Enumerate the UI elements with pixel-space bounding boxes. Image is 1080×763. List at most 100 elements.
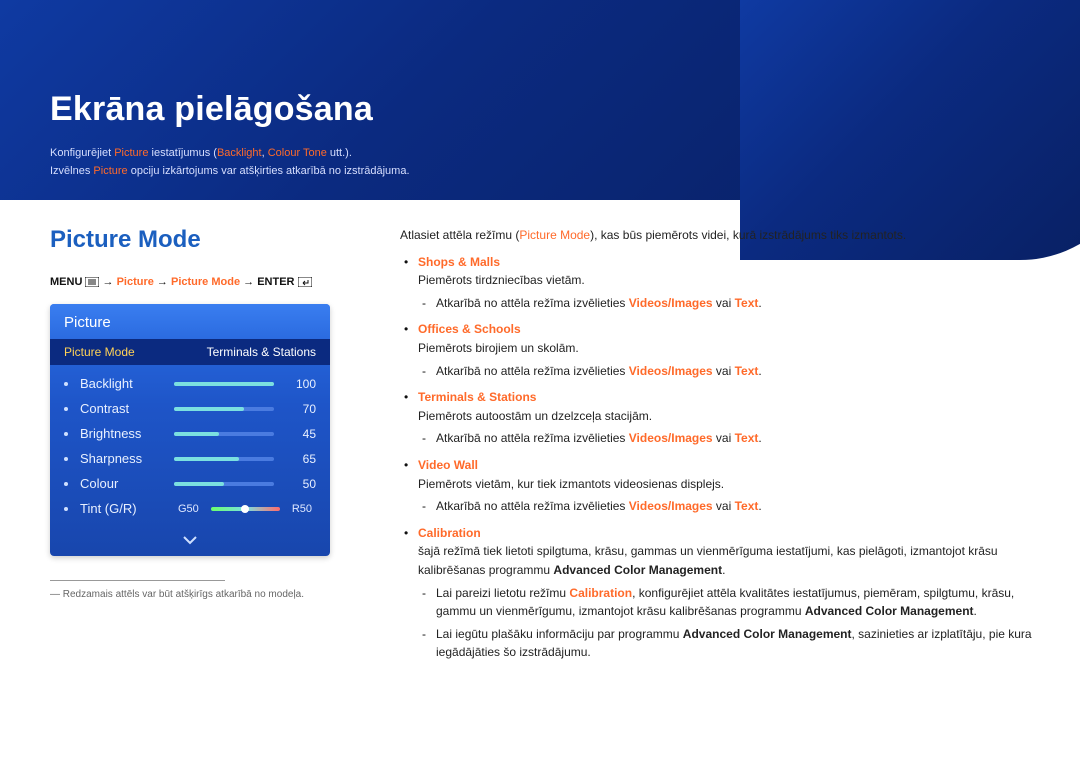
osd-slider-row[interactable]: Contrast 70 xyxy=(50,396,330,421)
footnote: ― Redzamais attēls var būt atšķirīgs atk… xyxy=(50,589,360,600)
osd-slider-fill xyxy=(174,382,274,386)
option-videos-images: Videos/Images xyxy=(629,296,713,310)
option-videos-images: Videos/Images xyxy=(629,499,713,513)
osd-picture-mode-label: Picture Mode xyxy=(64,345,135,359)
bullet-icon xyxy=(64,407,68,411)
osd-slider-fill xyxy=(174,457,239,461)
osd-slider-row[interactable]: Brightness 45 xyxy=(50,421,330,446)
osd-tint-name: Tint (G/R) xyxy=(80,501,166,516)
osd-slider-name: Brightness xyxy=(80,426,166,441)
arrow: → xyxy=(154,276,171,288)
osd-slider-value: 45 xyxy=(282,427,316,441)
osd-slider-value: 70 xyxy=(282,402,316,416)
option-text: Text xyxy=(735,296,759,310)
osd-slider-track[interactable] xyxy=(174,382,274,386)
text: Izvēlnes xyxy=(50,165,93,177)
osd-slider-value: 100 xyxy=(282,377,316,391)
osd-panel: Picture Picture Mode Terminals & Station… xyxy=(50,304,330,556)
text: . xyxy=(974,604,977,618)
osd-tint-row[interactable]: Tint (G/R)G50R50 xyxy=(50,496,330,521)
mode-name: Calibration xyxy=(418,526,481,540)
osd-more-below[interactable] xyxy=(50,529,330,556)
osd-slider-name: Colour xyxy=(80,476,166,491)
osd-slider-fill xyxy=(174,407,244,411)
osd-title: Picture xyxy=(50,304,330,339)
text: vai xyxy=(713,499,735,513)
bullet-icon xyxy=(64,432,68,436)
bullet-icon xyxy=(64,482,68,486)
mode-item: Shops & Malls Piemērots tirdzniecības vie… xyxy=(400,253,1040,290)
osd-picture-mode-value: Terminals & Stations xyxy=(207,345,316,359)
chapter-title: Ekrāna pielāgošana xyxy=(50,90,1030,129)
keyword-picture: Picture xyxy=(93,165,127,177)
option-videos-images: Videos/Images xyxy=(629,364,713,378)
osd-slider-value: 65 xyxy=(282,452,316,466)
osd-slider-name: Sharpness xyxy=(80,451,166,466)
mode-item: Offices & Schools Piemērots birojiem un s… xyxy=(400,320,1040,357)
text: vai xyxy=(713,364,735,378)
osd-tint-track[interactable] xyxy=(211,507,280,511)
text: vai xyxy=(713,431,735,445)
text: . xyxy=(722,563,725,577)
menu-icon xyxy=(85,277,99,290)
text: Atkarībā no attēla režīma izvēlieties xyxy=(436,431,629,445)
text: . xyxy=(758,364,761,378)
osd-tint-g: G50 xyxy=(178,503,199,515)
option-videos-images: Videos/Images xyxy=(629,431,713,445)
osd-slider-track[interactable] xyxy=(174,407,274,411)
keyword-calibration: Calibration xyxy=(569,586,632,600)
osd-slider-track[interactable] xyxy=(174,457,274,461)
mode-description: Piemērots tirdzniecības vietām. xyxy=(418,273,585,287)
osd-slider-name: Backlight xyxy=(80,376,166,391)
osd-slider-track[interactable] xyxy=(174,432,274,436)
osd-tint-knob xyxy=(241,505,249,513)
keyword-picture: Picture xyxy=(114,147,148,159)
mode-name: Terminals & Stations xyxy=(418,390,536,404)
mode-sub-item: Atkarībā no attēla režīma izvēlieties Vi… xyxy=(400,362,1040,381)
text: ), kas būs piemērots videi, kurā izstrād… xyxy=(590,228,906,242)
mode-item-calibration: Calibrationšajā režīmā tiek lietoti spil… xyxy=(400,524,1040,580)
text: . xyxy=(758,499,761,513)
mode-sub-item: Atkarībā no attēla režīma izvēlieties Vi… xyxy=(400,497,1040,516)
chapter-banner: Ekrāna pielāgošana Konfigurējiet Picture… xyxy=(0,0,1080,200)
osd-slider-row[interactable]: Colour 50 xyxy=(50,471,330,496)
osd-slider-value: 50 xyxy=(282,477,316,491)
osd-slider-row[interactable]: Backlight 100 xyxy=(50,371,330,396)
mode-name: Shops & Malls xyxy=(418,255,500,269)
keyword-backlight: Backlight xyxy=(217,147,262,159)
footnote-rule xyxy=(50,580,225,581)
mode-description: Piemērots autoostām un dzelzceļa stacijā… xyxy=(418,409,652,423)
text: Atlasiet attēla režīmu ( xyxy=(400,228,519,242)
text: Atkarībā no attēla režīma izvēlieties xyxy=(436,296,629,310)
arrow: → xyxy=(240,276,257,288)
text: iestatījumus ( xyxy=(148,147,216,159)
osd-picture-mode-row[interactable]: Picture Mode Terminals & Stations xyxy=(50,339,330,365)
breadcrumb-menu: MENU xyxy=(50,276,82,288)
mode-description: Piemērots vietām, kur tiek izmantots vid… xyxy=(418,477,724,491)
breadcrumb-enter: ENTER xyxy=(257,276,294,288)
mode-sub-item: Atkarībā no attēla režīma izvēlieties Vi… xyxy=(400,294,1040,313)
text: Atkarībā no attēla režīma izvēlieties xyxy=(436,364,629,378)
mode-description: Piemērots birojiem un skolām. xyxy=(418,341,579,355)
osd-slider-fill xyxy=(174,482,224,486)
text: utt.). xyxy=(327,147,352,159)
keyword-picture-mode: Picture Mode xyxy=(519,228,590,242)
text: vai xyxy=(713,296,735,310)
text: Konfigurējiet xyxy=(50,147,114,159)
arrow: → xyxy=(103,276,117,288)
mode-item: Terminals & Stations Piemērots autoostām … xyxy=(400,388,1040,425)
osd-slider-fill xyxy=(174,432,219,436)
option-text: Text xyxy=(735,431,759,445)
mode-name: Offices & Schools xyxy=(418,322,521,336)
enter-icon xyxy=(298,277,312,290)
mode-sub-item: Lai pareizi lietotu režīmu Calibration, … xyxy=(400,584,1040,621)
text: Lai iegūtu plašāku informāciju par progr… xyxy=(436,627,683,641)
chapter-subtitle: Konfigurējiet Picture iestatījumus (Back… xyxy=(50,145,1030,180)
mode-item: Video Wall Piemērots vietām, kur tiek izm… xyxy=(400,456,1040,493)
osd-slider-track[interactable] xyxy=(174,482,274,486)
mode-sub-item: Atkarībā no attēla režīma izvēlieties Vi… xyxy=(400,429,1040,448)
breadcrumb: MENU → Picture → Picture Mode → ENTER xyxy=(50,276,360,290)
osd-slider-name: Contrast xyxy=(80,401,166,416)
mode-name: Video Wall xyxy=(418,458,478,472)
osd-slider-row[interactable]: Sharpness 65 xyxy=(50,446,330,471)
